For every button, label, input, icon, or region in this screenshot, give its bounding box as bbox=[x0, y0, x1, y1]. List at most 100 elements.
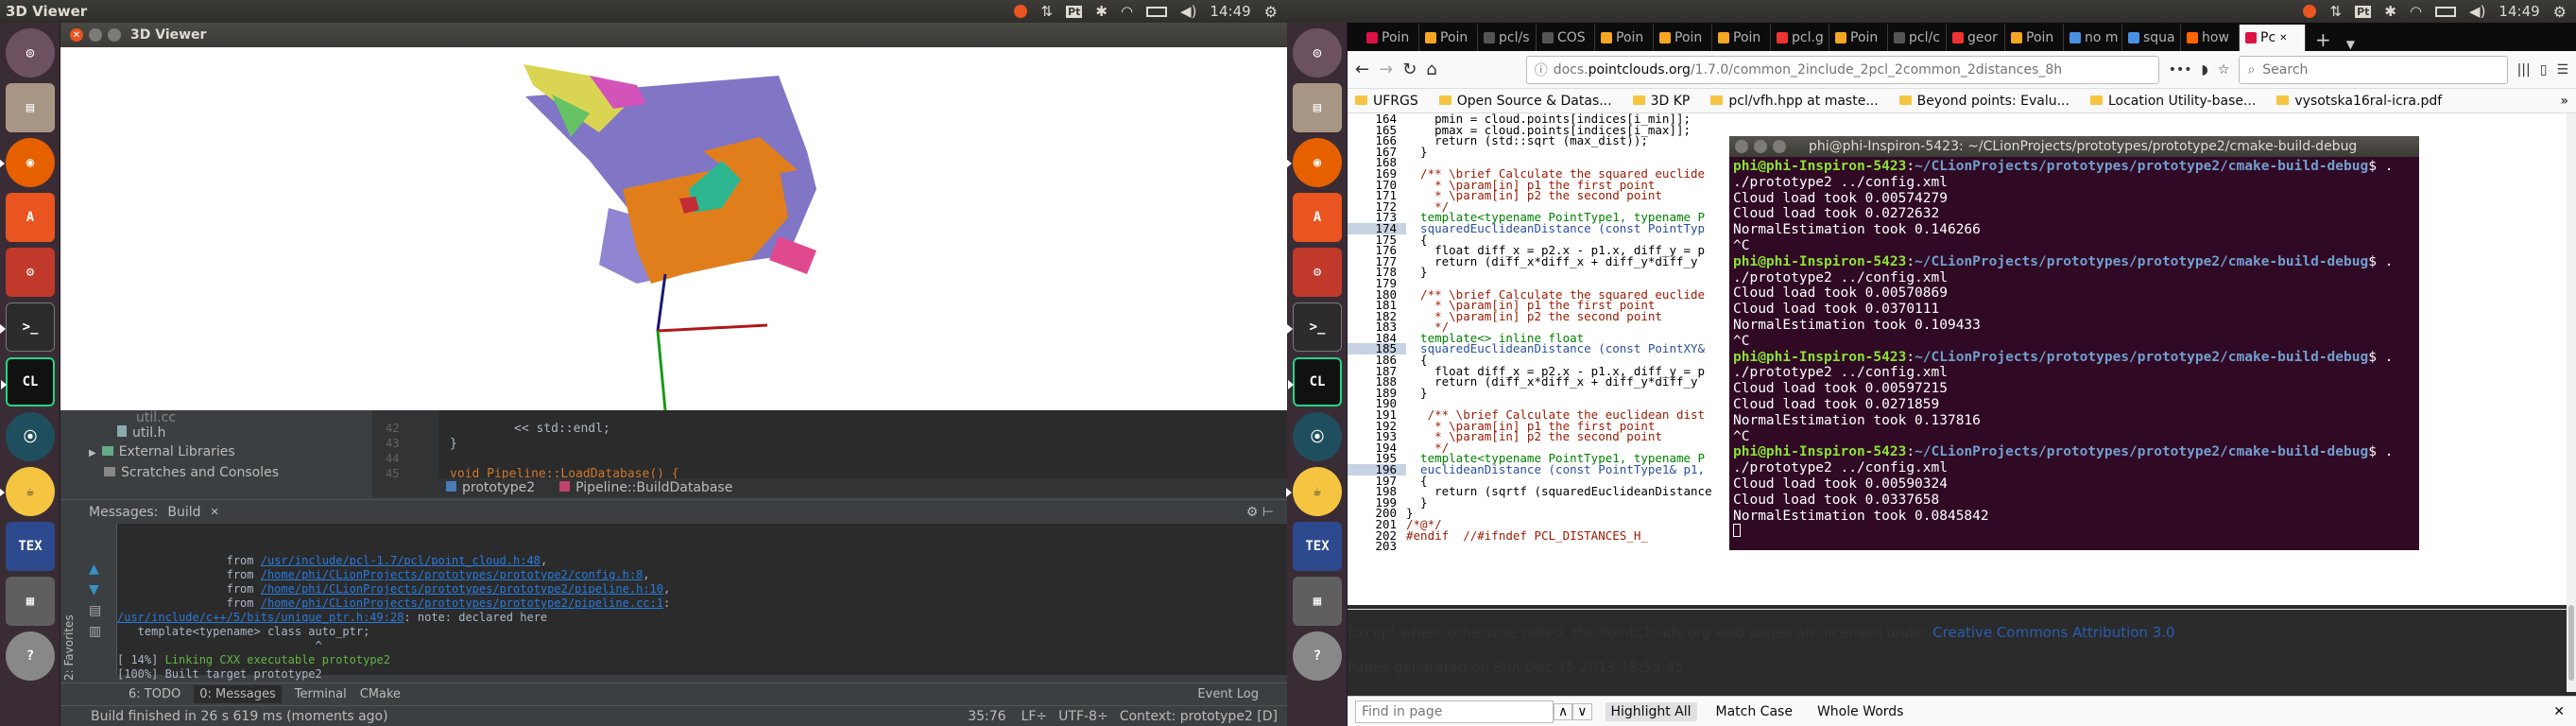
browser-tab[interactable]: how bbox=[2181, 25, 2240, 51]
side-favorites-tab[interactable]: 2: Favorites bbox=[62, 596, 79, 681]
ubuntu-icon[interactable]: ◎ bbox=[1293, 28, 1342, 78]
clock[interactable]: 14:49 bbox=[1210, 3, 1250, 20]
teapot-icon[interactable]: ☕ bbox=[0, 467, 55, 516]
clion-icon[interactable]: CL bbox=[1288, 357, 1342, 406]
bluetooth-icon[interactable]: ✱ bbox=[1095, 3, 1108, 20]
menu-icon[interactable]: ☰ bbox=[2556, 62, 2568, 78]
close-findbar-icon[interactable]: ✕ bbox=[2553, 704, 2576, 719]
network-icon[interactable]: ⇅ bbox=[1040, 3, 1053, 20]
browser-tab[interactable]: COS bbox=[1537, 25, 1595, 51]
bookmark-star-icon[interactable]: ☆ bbox=[2218, 62, 2230, 78]
network-icon[interactable]: ⇅ bbox=[2329, 3, 2342, 20]
browser-tab[interactable]: Poin bbox=[2005, 25, 2064, 51]
ubuntu-icon[interactable]: ◎ bbox=[6, 28, 55, 78]
files-icon[interactable]: ▤ bbox=[1293, 83, 1342, 132]
files-icon[interactable]: ▤ bbox=[6, 83, 55, 132]
library-icon[interactable]: ||| bbox=[2517, 62, 2531, 78]
page-info-icon[interactable]: ⓘ bbox=[1535, 60, 1548, 79]
firefox-icon[interactable]: ◉ bbox=[1286, 138, 1342, 187]
volume-icon[interactable]: ◀) bbox=[1180, 3, 1196, 20]
cmake-tab[interactable]: CMake bbox=[360, 687, 401, 701]
browser-tab[interactable]: Poin bbox=[1595, 25, 1654, 51]
find-next-icon[interactable]: ∨ bbox=[1572, 702, 1592, 720]
app-indicator-icon[interactable] bbox=[1014, 5, 1028, 18]
close-icon[interactable]: ✕ bbox=[211, 506, 219, 518]
wifi-icon[interactable]: ◠ bbox=[2410, 3, 2422, 20]
messages-output[interactable]: from /usr/include/pcl-1.7/pcl/point_clou… bbox=[117, 524, 1287, 681]
battery-icon[interactable] bbox=[1146, 6, 1168, 17]
reload-icon[interactable]: ↻ bbox=[1402, 60, 1417, 79]
browser-tab[interactable]: Pc ✕ bbox=[2240, 25, 2306, 51]
browser-tab[interactable]: Poin bbox=[1712, 25, 1771, 51]
close-window-icon[interactable] bbox=[1735, 140, 1748, 153]
file-encoding[interactable]: UTF-8÷ bbox=[1058, 709, 1108, 724]
source-link[interactable]: /usr/include/pcl-1.7/pcl/point_cloud.h:4… bbox=[261, 554, 541, 567]
status-message[interactable]: Build finished in 26 s 619 ms (moments a… bbox=[60, 709, 388, 724]
minimize-window-icon[interactable] bbox=[1754, 140, 1767, 153]
terminal-icon[interactable]: >_ bbox=[0, 302, 55, 352]
page-actions-icon[interactable]: ••• bbox=[2169, 62, 2192, 78]
highlight-all-toggle[interactable]: Highlight All bbox=[1605, 701, 1697, 721]
browser-tab[interactable]: pcl/c bbox=[1888, 25, 1947, 51]
vertical-scrollbar[interactable] bbox=[2567, 113, 2576, 692]
messages-tab[interactable]: 0: Messages bbox=[194, 685, 282, 703]
browser-tab[interactable]: Poin bbox=[1419, 25, 1478, 51]
browser-tab[interactable]: Poin bbox=[1654, 25, 1712, 51]
terminal-tab[interactable]: Terminal bbox=[295, 687, 347, 701]
texmaker-icon[interactable]: TEX bbox=[6, 522, 55, 571]
texmaker-icon[interactable]: TEX bbox=[1293, 522, 1342, 571]
minimize-window-icon[interactable] bbox=[89, 28, 102, 42]
source-link[interactable]: /home/phi/CLionProjects/prototypes/proto… bbox=[261, 568, 644, 581]
search-box[interactable]: ⌕ Search bbox=[2239, 55, 2508, 84]
software-center-icon[interactable]: A bbox=[1293, 193, 1342, 242]
source-link[interactable]: /usr/include/c++/5/bits/unique_ptr.h:49:… bbox=[117, 611, 404, 624]
clion-icon[interactable]: CL bbox=[1, 357, 55, 406]
bookmarks-overflow-icon[interactable]: » bbox=[2560, 94, 2568, 109]
up-arrow-icon[interactable]: ▲ bbox=[89, 562, 99, 577]
breadcrumb-item[interactable]: prototype2 bbox=[446, 480, 535, 495]
bookmark-item[interactable]: 3D KP bbox=[1632, 94, 1690, 109]
volume-icon[interactable]: ◀) bbox=[2469, 3, 2485, 20]
calculator-icon[interactable]: ▦ bbox=[6, 577, 55, 626]
bookmark-item[interactable]: Location Utility-base... bbox=[2089, 94, 2256, 109]
url-bar[interactable]: ⓘ docs. pointclouds.org/1.7.0/common_2inc… bbox=[1525, 55, 2159, 84]
viewer-titlebar[interactable]: ✕ 3D Viewer bbox=[60, 23, 1287, 47]
expand-arrow-icon[interactable]: ▶ bbox=[89, 448, 96, 458]
wifi-icon[interactable]: ◠ bbox=[1121, 3, 1133, 20]
find-input[interactable]: Find in page bbox=[1355, 700, 1554, 723]
clock[interactable]: 14:49 bbox=[2499, 3, 2539, 20]
battery-icon[interactable] bbox=[2435, 6, 2457, 17]
firefox-icon[interactable]: ◉ bbox=[0, 138, 55, 187]
browser-tab[interactable]: pcl.g bbox=[1771, 25, 1829, 51]
browser-tab[interactable]: squa bbox=[2122, 25, 2181, 51]
filter-icon[interactable]: ▤ bbox=[89, 603, 101, 618]
tree-item[interactable]: util.cc bbox=[136, 410, 176, 425]
help-icon[interactable]: ? bbox=[6, 631, 55, 681]
new-tab-icon[interactable]: + bbox=[2306, 28, 2341, 51]
home-icon[interactable]: ⌂ bbox=[1426, 60, 1436, 79]
build-tab[interactable]: Build bbox=[167, 505, 200, 520]
tab-list-icon[interactable]: ▼ bbox=[2341, 38, 2361, 51]
teapot-icon[interactable]: ☕ bbox=[1286, 467, 1342, 516]
viewer-canvas[interactable] bbox=[60, 47, 1287, 411]
source-link[interactable]: /home/phi/CLionProjects/prototypes/proto… bbox=[261, 582, 663, 596]
forward-icon[interactable]: → bbox=[1379, 60, 1393, 79]
keyboard-layout-icon[interactable]: Pt bbox=[2355, 5, 2372, 18]
terminal-icon[interactable]: >_ bbox=[1287, 302, 1342, 352]
close-tab-icon[interactable]: ✕ bbox=[2279, 33, 2287, 43]
settings-icon[interactable]: ⚙ bbox=[1293, 248, 1342, 297]
back-icon[interactable]: ← bbox=[1355, 60, 1369, 79]
bookmark-item[interactable]: pcl/vfh.hpp at maste... bbox=[1710, 94, 1879, 109]
bookmark-item[interactable]: Open Source & Datas... bbox=[1438, 94, 1612, 109]
browser-tab[interactable]: no m bbox=[2064, 25, 2122, 51]
whole-words-toggle[interactable]: Whole Words bbox=[1812, 702, 1910, 721]
browser-tab[interactable]: Poin bbox=[1829, 25, 1888, 51]
scrollbar-thumb[interactable] bbox=[2568, 605, 2574, 681]
caret-position[interactable]: 35:76 bbox=[968, 709, 1005, 724]
bookmark-item[interactable]: UFRGS bbox=[1355, 94, 1418, 109]
bluetooth-icon[interactable]: ✱ bbox=[2384, 3, 2396, 20]
keyboard-layout-icon[interactable]: Pt bbox=[1066, 5, 1083, 18]
app-indicator-icon[interactable] bbox=[2303, 5, 2317, 18]
pocket-icon[interactable]: ◗ bbox=[2202, 62, 2208, 78]
context-selector[interactable]: Context: prototype2 [D] bbox=[1120, 709, 1287, 724]
